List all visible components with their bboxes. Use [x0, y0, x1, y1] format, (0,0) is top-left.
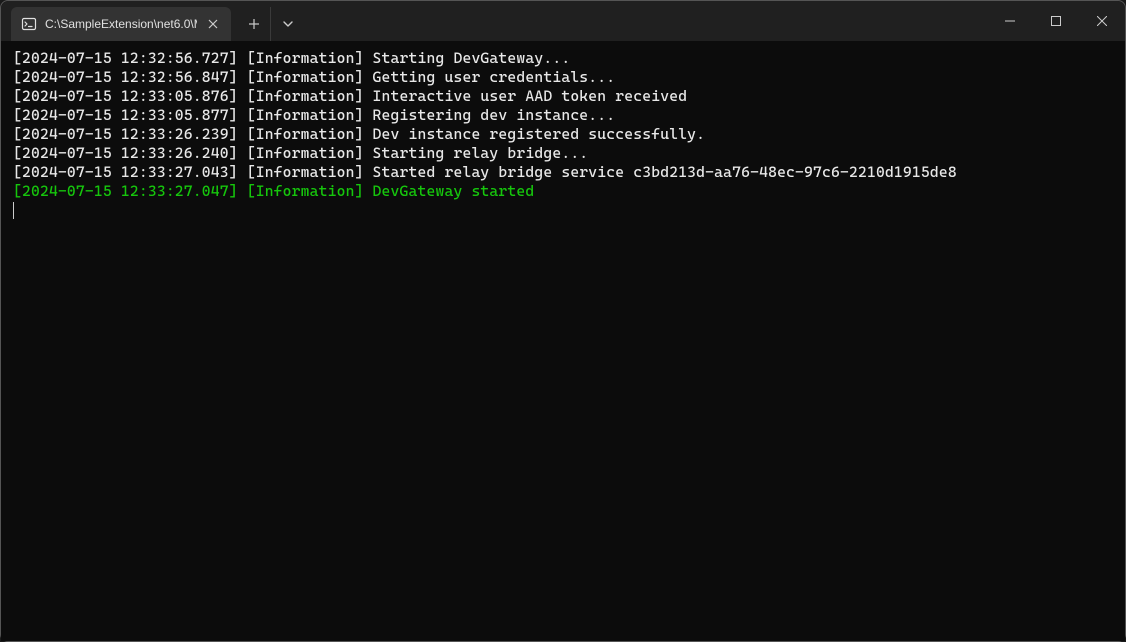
terminal-icon	[21, 16, 37, 32]
close-window-button[interactable]	[1079, 5, 1125, 37]
tab-actions	[237, 1, 305, 41]
tab-close-button[interactable]	[205, 16, 221, 32]
titlebar: C:\SampleExtension\net6.0\M	[1, 1, 1125, 41]
maximize-button[interactable]	[1033, 5, 1079, 37]
new-tab-button[interactable]	[237, 7, 271, 41]
window-controls	[987, 1, 1125, 41]
log-line: [2024-07-15 12:33:26.239] [Information] …	[13, 125, 1113, 144]
terminal-output[interactable]: [2024-07-15 12:32:56.727] [Information] …	[1, 41, 1125, 641]
cursor-line	[13, 201, 1113, 220]
log-line: [2024-07-15 12:33:27.043] [Information] …	[13, 163, 1113, 182]
cursor	[13, 202, 14, 219]
log-line: [2024-07-15 12:33:26.240] [Information] …	[13, 144, 1113, 163]
log-line: [2024-07-15 12:33:05.877] [Information] …	[13, 106, 1113, 125]
active-tab[interactable]: C:\SampleExtension\net6.0\M	[11, 7, 231, 41]
log-line: [2024-07-15 12:33:05.876] [Information] …	[13, 87, 1113, 106]
tab-dropdown-button[interactable]	[271, 7, 305, 41]
tab-title: C:\SampleExtension\net6.0\M	[45, 17, 197, 31]
log-line: [2024-07-15 12:33:27.047] [Information] …	[13, 182, 1113, 201]
log-line: [2024-07-15 12:32:56.727] [Information] …	[13, 49, 1113, 68]
titlebar-left: C:\SampleExtension\net6.0\M	[1, 1, 305, 41]
log-line: [2024-07-15 12:32:56.847] [Information] …	[13, 68, 1113, 87]
minimize-button[interactable]	[987, 5, 1033, 37]
